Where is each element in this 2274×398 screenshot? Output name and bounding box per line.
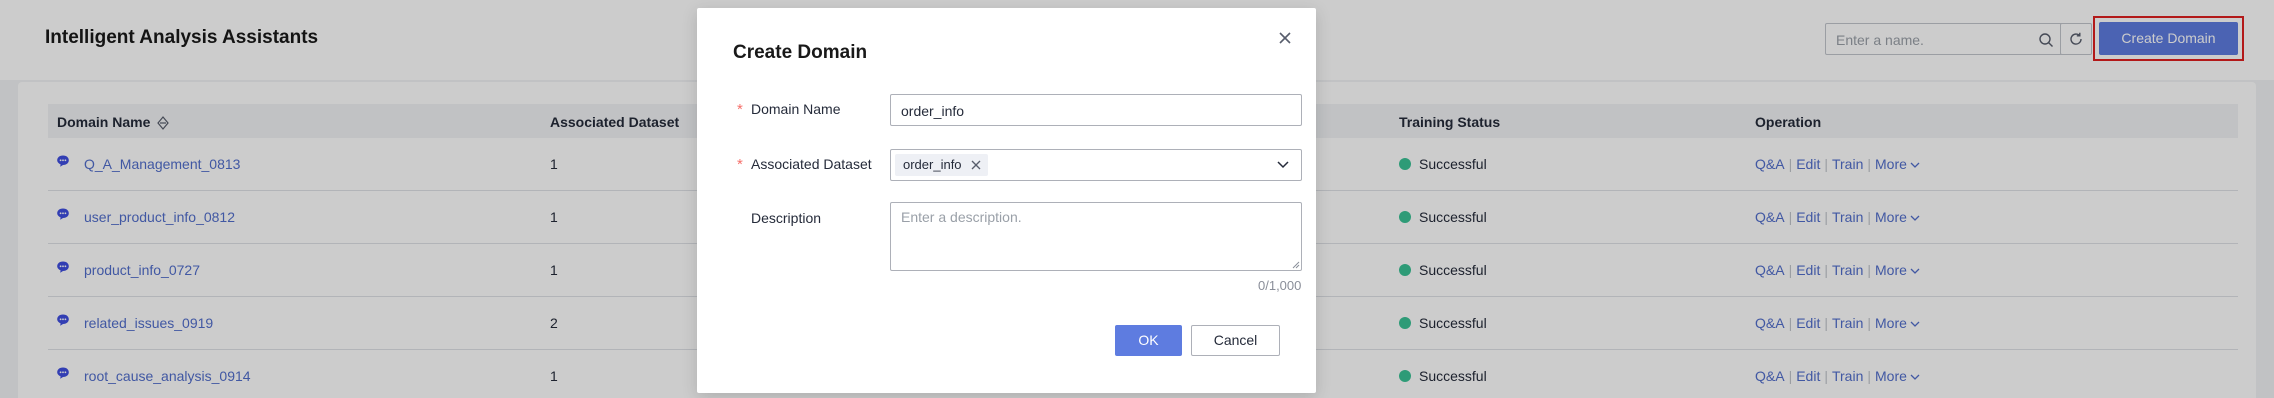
description-label: Description — [751, 210, 822, 226]
cancel-button[interactable]: Cancel — [1191, 325, 1280, 356]
associated-dataset-select[interactable]: order_info — [890, 149, 1302, 181]
close-icon[interactable] — [1275, 28, 1295, 48]
dataset-tag-label: order_info — [903, 157, 962, 172]
domain-name-field[interactable] — [890, 94, 1302, 126]
required-mark: * — [737, 101, 743, 118]
description-field[interactable] — [890, 202, 1302, 271]
resize-handle-icon[interactable] — [1292, 261, 1300, 269]
dialog-title: Create Domain — [733, 42, 868, 63]
create-domain-dialog: Create Domain * Domain Name * Associated… — [697, 8, 1316, 393]
ok-button[interactable]: OK — [1115, 325, 1182, 356]
domain-name-input[interactable] — [901, 101, 1291, 121]
dataset-tag: order_info — [895, 154, 988, 176]
chevron-down-icon[interactable] — [1277, 161, 1289, 169]
tag-remove-icon[interactable] — [971, 160, 981, 170]
description-input[interactable] — [901, 209, 1291, 264]
description-counter: 0/1,000 — [1258, 278, 1302, 293]
associated-dataset-label: Associated Dataset — [751, 156, 872, 172]
required-mark: * — [737, 156, 743, 173]
domain-name-label: Domain Name — [751, 101, 841, 117]
